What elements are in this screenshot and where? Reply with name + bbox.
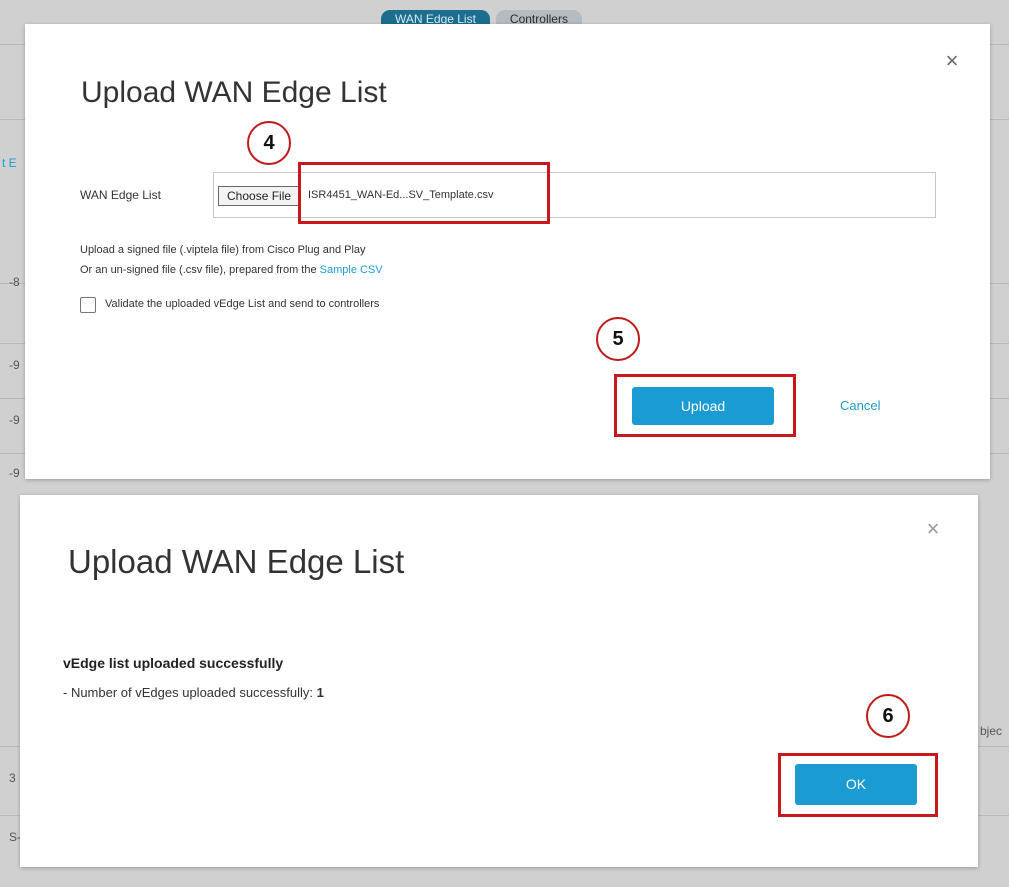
wan-edge-list-label: WAN Edge List — [80, 188, 161, 202]
help-text-signed: Upload a signed file (.viptela file) fro… — [80, 244, 366, 256]
step-6-marker: 6 — [866, 694, 910, 738]
background-text-fragment: -8 — [9, 275, 20, 289]
step-4-highlight — [298, 162, 550, 224]
sample-csv-link[interactable]: Sample CSV — [320, 264, 383, 276]
close-icon[interactable]: × — [943, 50, 961, 72]
help-text-unsigned: Or an un-signed file (.csv file), prepar… — [80, 264, 383, 276]
dialog-title: Upload WAN Edge List — [81, 76, 387, 109]
background-text-fragment: -9 — [9, 466, 20, 480]
close-icon[interactable]: × — [924, 518, 942, 540]
step-5-marker: 5 — [596, 317, 640, 361]
step-6-highlight — [778, 753, 938, 817]
cancel-button[interactable]: Cancel — [840, 398, 880, 413]
dialog-title: Upload WAN Edge List — [68, 543, 405, 580]
help-text-prefix: Or an un-signed file (.csv file), prepar… — [80, 264, 320, 276]
step-5-highlight — [614, 374, 796, 437]
success-count-label: - Number of vEdges uploaded successfully… — [63, 685, 317, 700]
validate-checkbox[interactable] — [80, 297, 96, 313]
choose-file-button[interactable]: Choose File — [218, 186, 301, 206]
background-text-fragment[interactable]: t E — [2, 156, 17, 170]
success-heading: vEdge list uploaded successfully — [63, 655, 284, 671]
background-text-fragment: 3 — [9, 771, 16, 785]
upload-dialog: × Upload WAN Edge List WAN Edge List Cho… — [25, 24, 990, 479]
step-4-marker: 4 — [247, 121, 291, 165]
background-text-fragment: -9 — [9, 413, 20, 427]
background-text-fragment: bjec — [980, 724, 1003, 738]
success-count-value: 1 — [316, 685, 324, 700]
validate-checkbox-label[interactable]: Validate the uploaded vEdge List and sen… — [105, 298, 379, 310]
success-count: - Number of vEdges uploaded successfully… — [63, 685, 324, 700]
background-text-fragment: -9 — [9, 358, 20, 372]
